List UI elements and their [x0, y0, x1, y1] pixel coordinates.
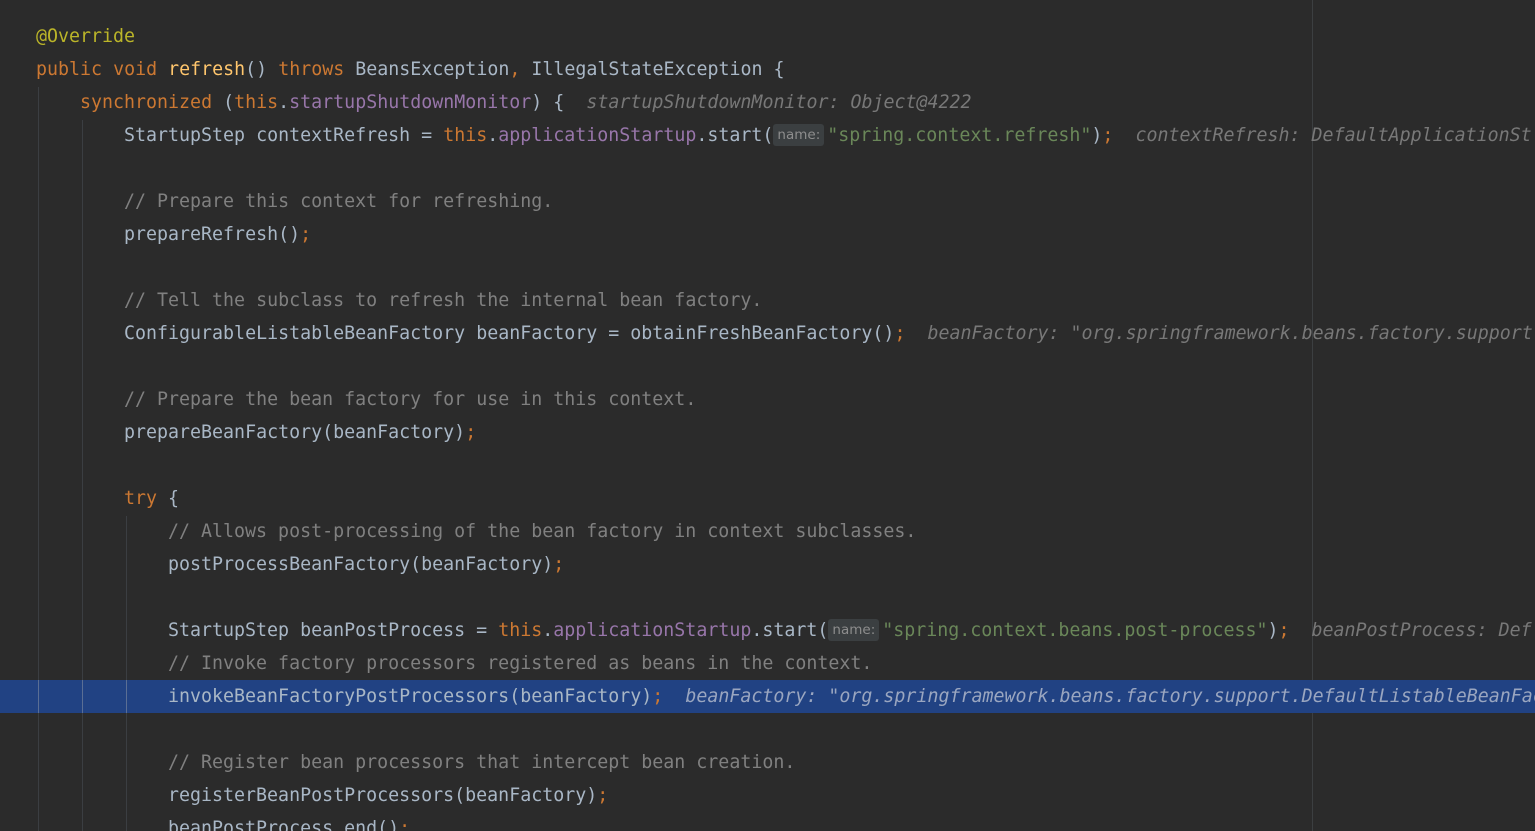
debug-inline-value: beanFactory: "org.springframework.beans.…	[685, 686, 1535, 707]
semicolon: ;	[652, 686, 664, 707]
code-line[interactable]: try {	[0, 482, 1535, 515]
code-comment: // Prepare the bean factory for use in t…	[124, 389, 697, 410]
code-line[interactable]: registerBeanPostProcessors(beanFactory);	[0, 779, 1535, 812]
code-comment: // Tell the subclass to refresh the inte…	[124, 290, 763, 311]
code-comment: // Invoke factory processors registered …	[168, 653, 873, 674]
semicolon: ;	[894, 323, 906, 344]
code-token: )	[1091, 125, 1103, 146]
current-execution-line[interactable]: invokeBeanFactoryPostProcessors(beanFact…	[0, 680, 1535, 713]
keyword: try	[124, 488, 158, 509]
code-line[interactable]: public void refresh() throws BeansExcept…	[0, 53, 1535, 86]
code-token: IllegalStateException {	[531, 59, 785, 80]
keyword: this	[498, 620, 543, 641]
debug-inline-value: startupShutdownMonitor: Object@4222	[586, 92, 972, 113]
code-line[interactable]: beanPostProcess.end();	[0, 812, 1535, 831]
indent-guide	[126, 680, 127, 713]
code-token: .	[542, 620, 554, 641]
code-token: .	[278, 92, 290, 113]
code-token: .	[487, 125, 499, 146]
code-line[interactable]: StartupStep beanPostProcess = this.appli…	[0, 614, 1535, 647]
code-token: ,	[509, 59, 521, 80]
code-token: ()	[245, 59, 268, 80]
code-token: (	[223, 92, 235, 113]
code-line[interactable]: synchronized (this.startupShutdownMonito…	[0, 86, 1535, 119]
code-line[interactable]: prepareRefresh();	[0, 218, 1535, 251]
code-token: postProcessBeanFactory(beanFactory)	[168, 554, 554, 575]
code-token: BeansException	[355, 59, 510, 80]
code-line[interactable]: StartupStep contextRefresh = this.applic…	[0, 119, 1535, 152]
code-line[interactable]: // Register bean processors that interce…	[0, 746, 1535, 779]
semicolon: ;	[1102, 125, 1114, 146]
code-token: ConfigurableListableBeanFactory beanFact…	[124, 323, 895, 344]
code-token: .start(	[751, 620, 829, 641]
code-comment: // Prepare this context for refreshing.	[124, 191, 554, 212]
field-reference: applicationStartup	[553, 620, 752, 641]
code-line[interactable]: // Prepare the bean factory for use in t…	[0, 383, 1535, 416]
code-token: )	[1267, 620, 1279, 641]
code-line[interactable]: // Prepare this context for refreshing.	[0, 185, 1535, 218]
string-literal: "spring.context.beans.post-process"	[882, 620, 1268, 641]
code-token: StartupStep beanPostProcess =	[168, 620, 499, 641]
debug-inline-value: contextRefresh: DefaultApplicationSt	[1135, 125, 1532, 146]
debug-inline-value: beanPostProcess: Def	[1311, 620, 1532, 641]
string-literal: "spring.context.refresh"	[827, 125, 1092, 146]
parameter-hint: name:	[773, 124, 825, 146]
code-line[interactable]: // Invoke factory processors registered …	[0, 647, 1535, 680]
debug-inline-value: beanFactory: "org.springframework.beans.…	[927, 323, 1533, 344]
code-token: prepareRefresh()	[124, 224, 301, 245]
code-editor[interactable]: @Override public void refresh() throws B…	[0, 0, 1535, 831]
keyword: public	[36, 59, 103, 80]
field-reference: applicationStartup	[498, 125, 697, 146]
keyword: synchronized	[80, 92, 213, 113]
keyword: void	[113, 59, 158, 80]
field-reference: startupShutdownMonitor	[289, 92, 532, 113]
method-declaration: refresh	[168, 59, 246, 80]
indent-guide	[82, 680, 83, 713]
semicolon: ;	[399, 818, 411, 831]
code-token: prepareBeanFactory(beanFactory)	[124, 422, 466, 443]
semicolon: ;	[553, 554, 565, 575]
code-token: .start(	[696, 125, 774, 146]
annotation: @Override	[36, 26, 136, 47]
code-line[interactable]: @Override	[0, 20, 1535, 53]
keyword: this	[443, 125, 488, 146]
code-comment: // Allows post-processing of the bean fa…	[168, 521, 917, 542]
code-line[interactable]: ConfigurableListableBeanFactory beanFact…	[0, 317, 1535, 350]
semicolon: ;	[597, 785, 609, 806]
code-line[interactable]: // Allows post-processing of the bean fa…	[0, 515, 1535, 548]
semicolon: ;	[465, 422, 477, 443]
code-line[interactable]: postProcessBeanFactory(beanFactory);	[0, 548, 1535, 581]
code-token: StartupStep contextRefresh =	[124, 125, 444, 146]
code-comment: // Register bean processors that interce…	[168, 752, 796, 773]
code-token: invokeBeanFactoryPostProcessors(beanFact…	[168, 686, 653, 707]
parameter-hint: name:	[828, 619, 880, 641]
code-token: beanPostProcess.end()	[168, 818, 400, 831]
semicolon: ;	[300, 224, 312, 245]
code-line[interactable]: // Tell the subclass to refresh the inte…	[0, 284, 1535, 317]
code-token: ) {	[531, 92, 565, 113]
code-line[interactable]: prepareBeanFactory(beanFactory);	[0, 416, 1535, 449]
indent-guide	[38, 680, 39, 713]
keyword: throws	[278, 59, 345, 80]
code-token: {	[168, 488, 180, 509]
code-token: registerBeanPostProcessors(beanFactory)	[168, 785, 598, 806]
semicolon: ;	[1278, 620, 1290, 641]
keyword: this	[234, 92, 279, 113]
